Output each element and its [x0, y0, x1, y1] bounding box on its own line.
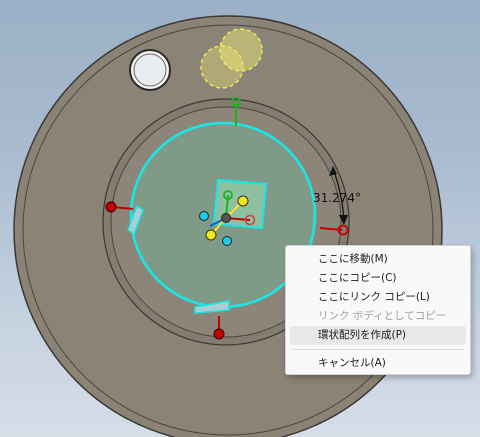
mounting-hole-inner-edge [133, 53, 167, 87]
menu-item-cancel[interactable]: キャンセル(A) [290, 354, 466, 373]
menu-item-copy-here[interactable]: ここにコピー(C) [290, 269, 466, 288]
context-menu: ここに移動(M) ここにコピー(C) ここにリンク コピー(L) リンク ボディ… [285, 245, 471, 375]
3d-viewport[interactable]: 31.274° ここに移動(M) ここにコピー(C) ここにリンク コピー(L)… [0, 0, 480, 437]
triad-cyan-knob-a[interactable] [199, 211, 209, 221]
menu-item-move-here[interactable]: ここに移動(M) [290, 250, 466, 269]
angle-dimension-label[interactable]: 31.274° [313, 191, 361, 205]
triad-yellow-knob-b[interactable] [205, 229, 217, 241]
menu-item-copy-as-link-body: リンク ボディとしてコピー [318, 310, 447, 322]
preview-circle-2 [200, 45, 244, 89]
menu-separator [292, 349, 464, 350]
bottom-handle-knob[interactable] [213, 328, 225, 340]
triad-origin[interactable] [221, 213, 231, 223]
menu-item-link-copy-here[interactable]: ここにリンク コピー(L) [290, 288, 466, 307]
menu-item-create-circular-pattern[interactable]: 環状配列を作成(P) [290, 326, 466, 345]
triad-yellow-knob-a[interactable] [237, 195, 249, 207]
left-handle-knob[interactable] [105, 201, 117, 213]
triad-cyan-knob-b[interactable] [222, 236, 232, 246]
